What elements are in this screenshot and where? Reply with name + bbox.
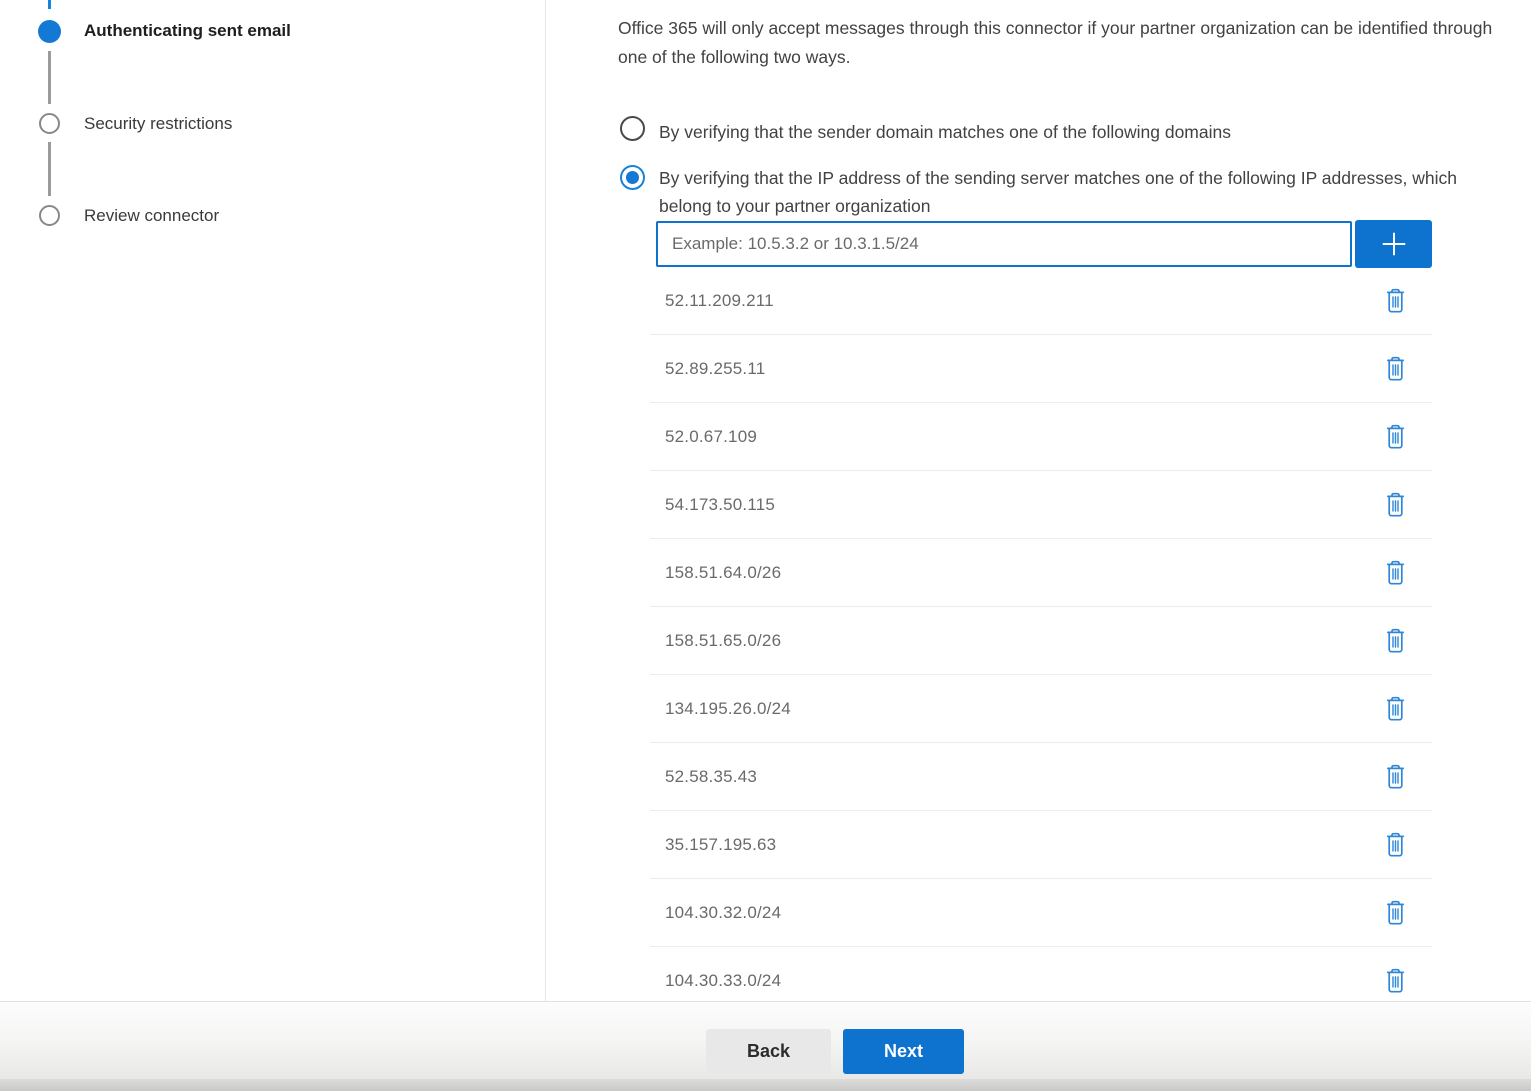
step-indicator-authenticating-active <box>38 20 61 43</box>
ip-address-value: 52.89.255.11 <box>665 359 765 379</box>
next-button[interactable]: Next <box>843 1029 964 1074</box>
ip-address-value: 158.51.65.0/26 <box>665 631 781 651</box>
trash-icon <box>1385 968 1406 994</box>
table-row: 134.195.26.0/24 <box>650 675 1432 743</box>
trash-icon <box>1385 356 1406 382</box>
table-row: 54.173.50.115 <box>650 471 1432 539</box>
delete-ip-button[interactable] <box>1383 694 1408 724</box>
table-row: 52.11.209.211 <box>650 267 1432 335</box>
radio-selected-dot <box>626 171 639 184</box>
ip-address-value: 52.0.67.109 <box>665 427 757 447</box>
radio-ip-address[interactable] <box>620 165 645 190</box>
ip-address-list: 52.11.209.211 52.89.255.11 52.0.67.109 <box>650 267 1432 1015</box>
ip-address-value: 104.30.32.0/24 <box>665 903 781 923</box>
delete-ip-button[interactable] <box>1383 354 1408 384</box>
table-row: 52.0.67.109 <box>650 403 1432 471</box>
sidebar-content-divider <box>545 0 546 1001</box>
delete-ip-button[interactable] <box>1383 286 1408 316</box>
ip-address-value: 54.173.50.115 <box>665 495 775 515</box>
delete-ip-button[interactable] <box>1383 422 1408 452</box>
delete-ip-button[interactable] <box>1383 830 1408 860</box>
stepper-connector <box>48 142 51 196</box>
trash-icon <box>1385 492 1406 518</box>
step-indicator-security-restrictions <box>39 113 60 134</box>
delete-ip-button[interactable] <box>1383 490 1408 520</box>
wizard-footer: Back Next <box>0 1001 1531 1079</box>
trash-icon <box>1385 424 1406 450</box>
ip-address-value: 52.11.209.211 <box>665 291 774 311</box>
ip-address-value: 52.58.35.43 <box>665 767 757 787</box>
trash-icon <box>1385 288 1406 314</box>
table-row: 52.89.255.11 <box>650 335 1432 403</box>
table-row: 35.157.195.63 <box>650 811 1432 879</box>
stepper-connector-top <box>48 0 51 9</box>
plus-icon <box>1376 226 1412 262</box>
step-label-security-restrictions: Security restrictions <box>84 114 232 134</box>
page-description: Office 365 will only accept messages thr… <box>618 14 1526 72</box>
trash-icon <box>1385 696 1406 722</box>
ip-address-input[interactable] <box>656 221 1352 267</box>
step-indicator-review-connector <box>39 205 60 226</box>
table-row: 158.51.65.0/26 <box>650 607 1432 675</box>
radio-sender-domain[interactable] <box>620 116 645 141</box>
trash-icon <box>1385 628 1406 654</box>
delete-ip-button[interactable] <box>1383 966 1408 996</box>
delete-ip-button[interactable] <box>1383 898 1408 928</box>
delete-ip-button[interactable] <box>1383 626 1408 656</box>
add-ip-button[interactable] <box>1355 220 1432 268</box>
ip-address-value: 158.51.64.0/26 <box>665 563 781 583</box>
trash-icon <box>1385 764 1406 790</box>
radio-label-ip-address[interactable]: By verifying that the IP address of the … <box>659 164 1477 220</box>
bottom-edge-strip <box>0 1079 1531 1091</box>
table-row: 104.30.32.0/24 <box>650 879 1432 947</box>
delete-ip-button[interactable] <box>1383 762 1408 792</box>
ip-address-value: 134.195.26.0/24 <box>665 699 791 719</box>
trash-icon <box>1385 560 1406 586</box>
table-row: 158.51.64.0/26 <box>650 539 1432 607</box>
radio-label-sender-domain[interactable]: By verifying that the sender domain matc… <box>659 118 1499 146</box>
ip-address-value: 35.157.195.63 <box>665 835 776 855</box>
trash-icon <box>1385 832 1406 858</box>
table-row: 52.58.35.43 <box>650 743 1432 811</box>
ip-address-value: 104.30.33.0/24 <box>665 971 781 991</box>
step-label-review-connector: Review connector <box>84 206 219 226</box>
trash-icon <box>1385 900 1406 926</box>
step-label-authenticating-sent-email: Authenticating sent email <box>84 21 291 41</box>
delete-ip-button[interactable] <box>1383 558 1408 588</box>
stepper-connector <box>48 51 51 104</box>
back-button[interactable]: Back <box>706 1029 831 1074</box>
